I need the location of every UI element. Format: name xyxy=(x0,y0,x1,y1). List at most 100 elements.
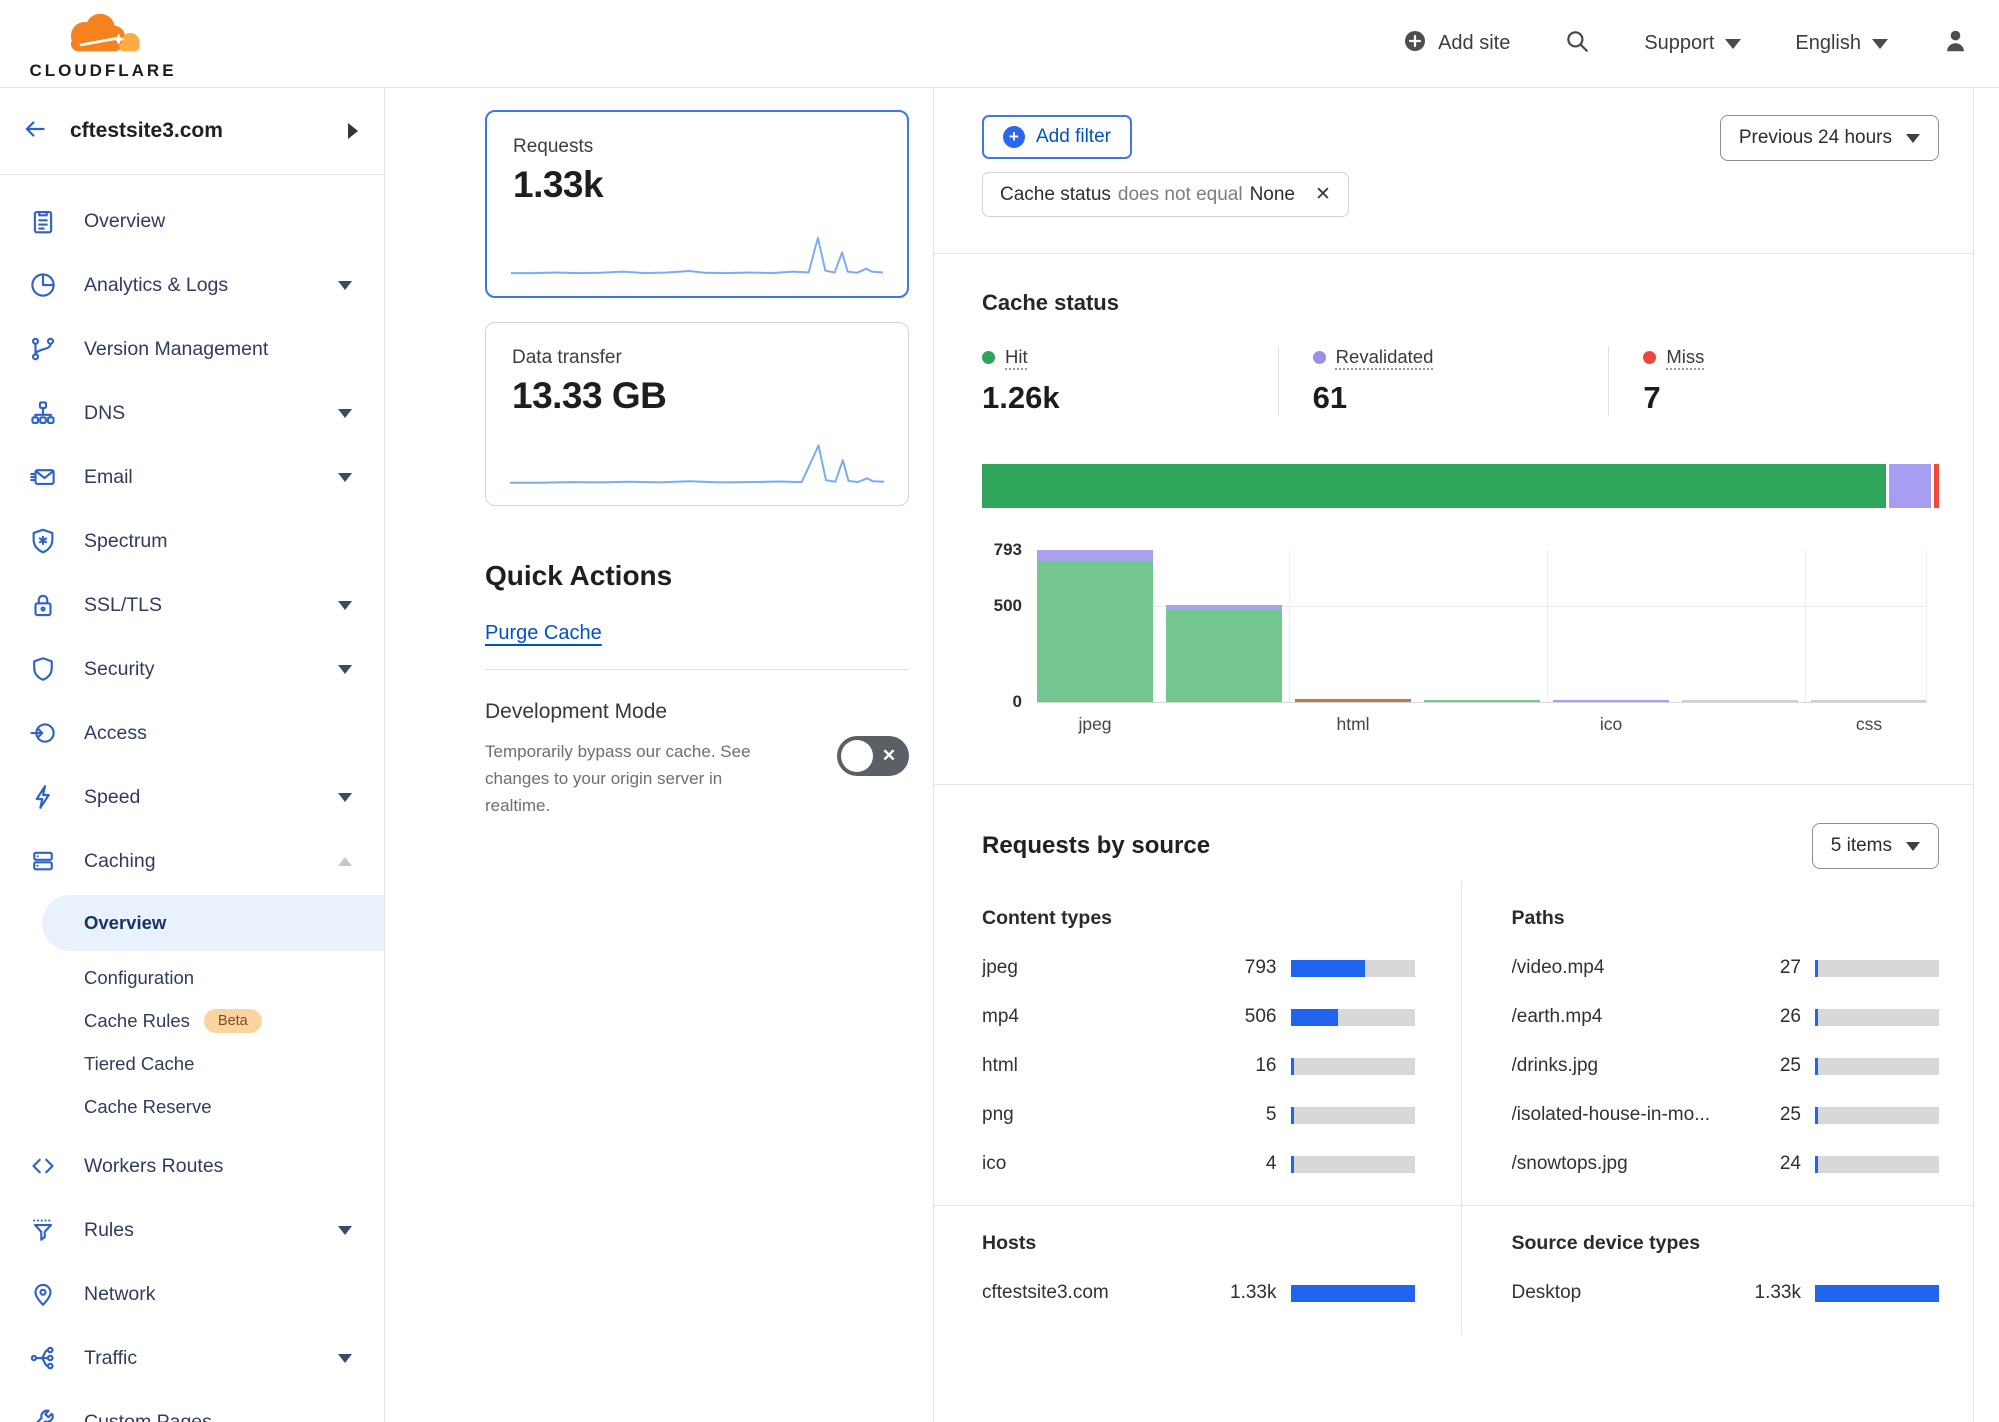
sidebar-item-ssl-tls[interactable]: SSL/TLS xyxy=(0,573,384,637)
brand-wordmark: CLOUDFLARE xyxy=(29,61,176,81)
quick-actions-section: Quick Actions Purge Cache Development Mo… xyxy=(485,560,909,819)
source-tables-top: Content types jpeg793mp4506html16png5ico… xyxy=(982,881,1939,1205)
row-value: 5 xyxy=(1266,1104,1277,1126)
remove-filter-icon[interactable]: ✕ xyxy=(1315,183,1331,206)
table-row: Desktop1.33k xyxy=(1512,1282,1940,1304)
row-label: cftestsite3.com xyxy=(982,1282,1230,1304)
row-label: Desktop xyxy=(1512,1282,1755,1304)
metric-card-requests[interactable]: Requests1.33k xyxy=(485,110,909,298)
time-range-dropdown[interactable]: Previous 24 hours xyxy=(1720,115,1939,161)
stacked-segment-miss xyxy=(1934,464,1939,508)
sidebar-subitem-cache-rules[interactable]: Cache RulesBeta xyxy=(0,999,384,1042)
sidebar-item-security[interactable]: Security xyxy=(0,637,384,701)
sidebar-item-overview[interactable]: Overview xyxy=(0,189,384,253)
table-row: /earth.mp426 xyxy=(1512,1006,1940,1028)
row-bar-fill xyxy=(1291,1156,1294,1173)
language-menu[interactable]: English xyxy=(1795,32,1888,55)
development-mode-toggle[interactable]: ✕ xyxy=(837,736,909,776)
chevron-right-icon[interactable] xyxy=(348,123,358,139)
row-bar-fill xyxy=(1291,1009,1338,1026)
metric-card-data-transfer[interactable]: Data transfer13.33 GB xyxy=(485,322,909,506)
sidebar-item-label: Overview xyxy=(84,210,352,233)
source-device-types-column: Source device types Desktop1.33k xyxy=(1461,1206,1940,1334)
row-bar-fill xyxy=(1815,960,1818,977)
stat-legend[interactable]: Hit xyxy=(982,346,1278,368)
sidebar-item-analytics-logs[interactable]: Analytics & Logs xyxy=(0,253,384,317)
row-label: /drinks.jpg xyxy=(1512,1055,1780,1077)
chevron-down-icon xyxy=(1872,39,1888,49)
legend-dot-icon xyxy=(1643,351,1656,364)
sidebar-subitem-overview[interactable]: Overview xyxy=(42,895,384,951)
stat-legend[interactable]: Miss xyxy=(1643,346,1939,368)
sidebar-sublist-caching: Overview ConfigurationCache RulesBetaTier… xyxy=(0,895,384,1134)
search-button[interactable] xyxy=(1564,28,1590,60)
source-device-types-title: Source device types xyxy=(1512,1232,1940,1255)
add-filter-button[interactable]: + Add filter xyxy=(982,115,1132,159)
sidebar-item-version-management[interactable]: Version Management xyxy=(0,317,384,381)
sidebar-item-spectrum[interactable]: Spectrum xyxy=(0,509,384,573)
stat-value: 1.26k xyxy=(982,380,1278,416)
content-types-rows: jpeg793mp4506html16png5ico4 xyxy=(982,957,1415,1175)
sidebar-subitem-configuration[interactable]: Configuration xyxy=(0,956,384,999)
middle-column: Requests1.33k Data transfer13.33 GB Quick… xyxy=(385,88,933,1422)
clipboard-icon xyxy=(28,206,58,236)
bar-segment-hit xyxy=(1424,700,1540,702)
bar-segment-none xyxy=(1811,700,1927,702)
sidebar-item-speed[interactable]: Speed xyxy=(0,765,384,829)
bar-css xyxy=(1811,700,1927,702)
sidebar-item-workers-routes[interactable]: Workers Routes xyxy=(0,1134,384,1198)
development-mode-title: Development Mode xyxy=(485,700,790,724)
sidebar-item-rules[interactable]: Rules xyxy=(0,1198,384,1262)
items-count-dropdown[interactable]: 5 items xyxy=(1812,823,1939,869)
sidebar-item-dns[interactable]: DNS xyxy=(0,381,384,445)
sidebar-item-label: SSL/TLS xyxy=(84,594,338,617)
x-axis-label: css xyxy=(1811,714,1927,735)
bar-jpeg xyxy=(1037,550,1153,702)
y-axis-tick: 793 xyxy=(982,540,1022,560)
cache-status-stacked-bar xyxy=(982,464,1939,508)
x-axis-labels: jpeghtmlicocss xyxy=(1037,714,1927,735)
chevron-down-icon xyxy=(338,601,352,610)
row-value: 1.33k xyxy=(1230,1282,1276,1304)
stat-legend[interactable]: Revalidated xyxy=(1313,346,1609,368)
sidebar-item-email[interactable]: Email xyxy=(0,445,384,509)
row-bar-track xyxy=(1815,960,1939,977)
table-row: /snowtops.jpg24 xyxy=(1512,1153,1940,1175)
add-site-button[interactable]: Add site xyxy=(1403,29,1510,59)
row-bar-track xyxy=(1815,1156,1939,1173)
bar-segment-none xyxy=(1682,700,1798,702)
sidebar-item-custom-pages[interactable]: Custom Pages xyxy=(0,1390,384,1422)
sidebar-item-access[interactable]: Access xyxy=(0,701,384,765)
row-bar-fill xyxy=(1291,1285,1415,1302)
row-value: 1.33k xyxy=(1755,1282,1801,1304)
account-button[interactable] xyxy=(1942,27,1969,60)
filter-operator: does not equal xyxy=(1118,184,1243,206)
bar-segment-expired xyxy=(1295,699,1411,702)
sidebar-item-caching[interactable]: Caching xyxy=(0,829,384,893)
chevron-down-icon xyxy=(338,1226,352,1235)
sidebar-subitem-tiered-cache[interactable]: Tiered Cache xyxy=(0,1042,384,1085)
sidebar-item-traffic[interactable]: Traffic xyxy=(0,1326,384,1390)
back-arrow-icon[interactable] xyxy=(22,116,48,147)
filter-chip[interactable]: Cache status does not equal None ✕ xyxy=(982,172,1349,217)
support-menu[interactable]: Support xyxy=(1644,32,1741,55)
cloudflare-logo[interactable]: CLOUDFLARE xyxy=(24,7,182,81)
scrollbar-track[interactable] xyxy=(1973,88,1974,1422)
row-bar-fill xyxy=(1815,1009,1818,1026)
versions-icon xyxy=(28,334,58,364)
user-icon xyxy=(1942,27,1969,60)
row-label: /snowtops.jpg xyxy=(1512,1153,1780,1175)
email-icon xyxy=(28,462,58,492)
plus-circle-icon: + xyxy=(1003,126,1025,148)
sidebar-subitem-cache-reserve[interactable]: Cache Reserve xyxy=(0,1085,384,1128)
sparkline-chart xyxy=(511,228,883,280)
sidebar-item-label: Version Management xyxy=(84,338,352,361)
sidebar-item-network[interactable]: Network xyxy=(0,1262,384,1326)
purge-cache-link[interactable]: Purge Cache xyxy=(485,622,602,645)
x-axis-label: jpeg xyxy=(1037,714,1153,735)
speed-icon xyxy=(28,782,58,812)
site-header: cftestsite3.com xyxy=(0,88,384,175)
vertical-gridline xyxy=(1926,550,1927,702)
row-label: /video.mp4 xyxy=(1512,957,1780,979)
row-bar-track xyxy=(1291,1009,1415,1026)
